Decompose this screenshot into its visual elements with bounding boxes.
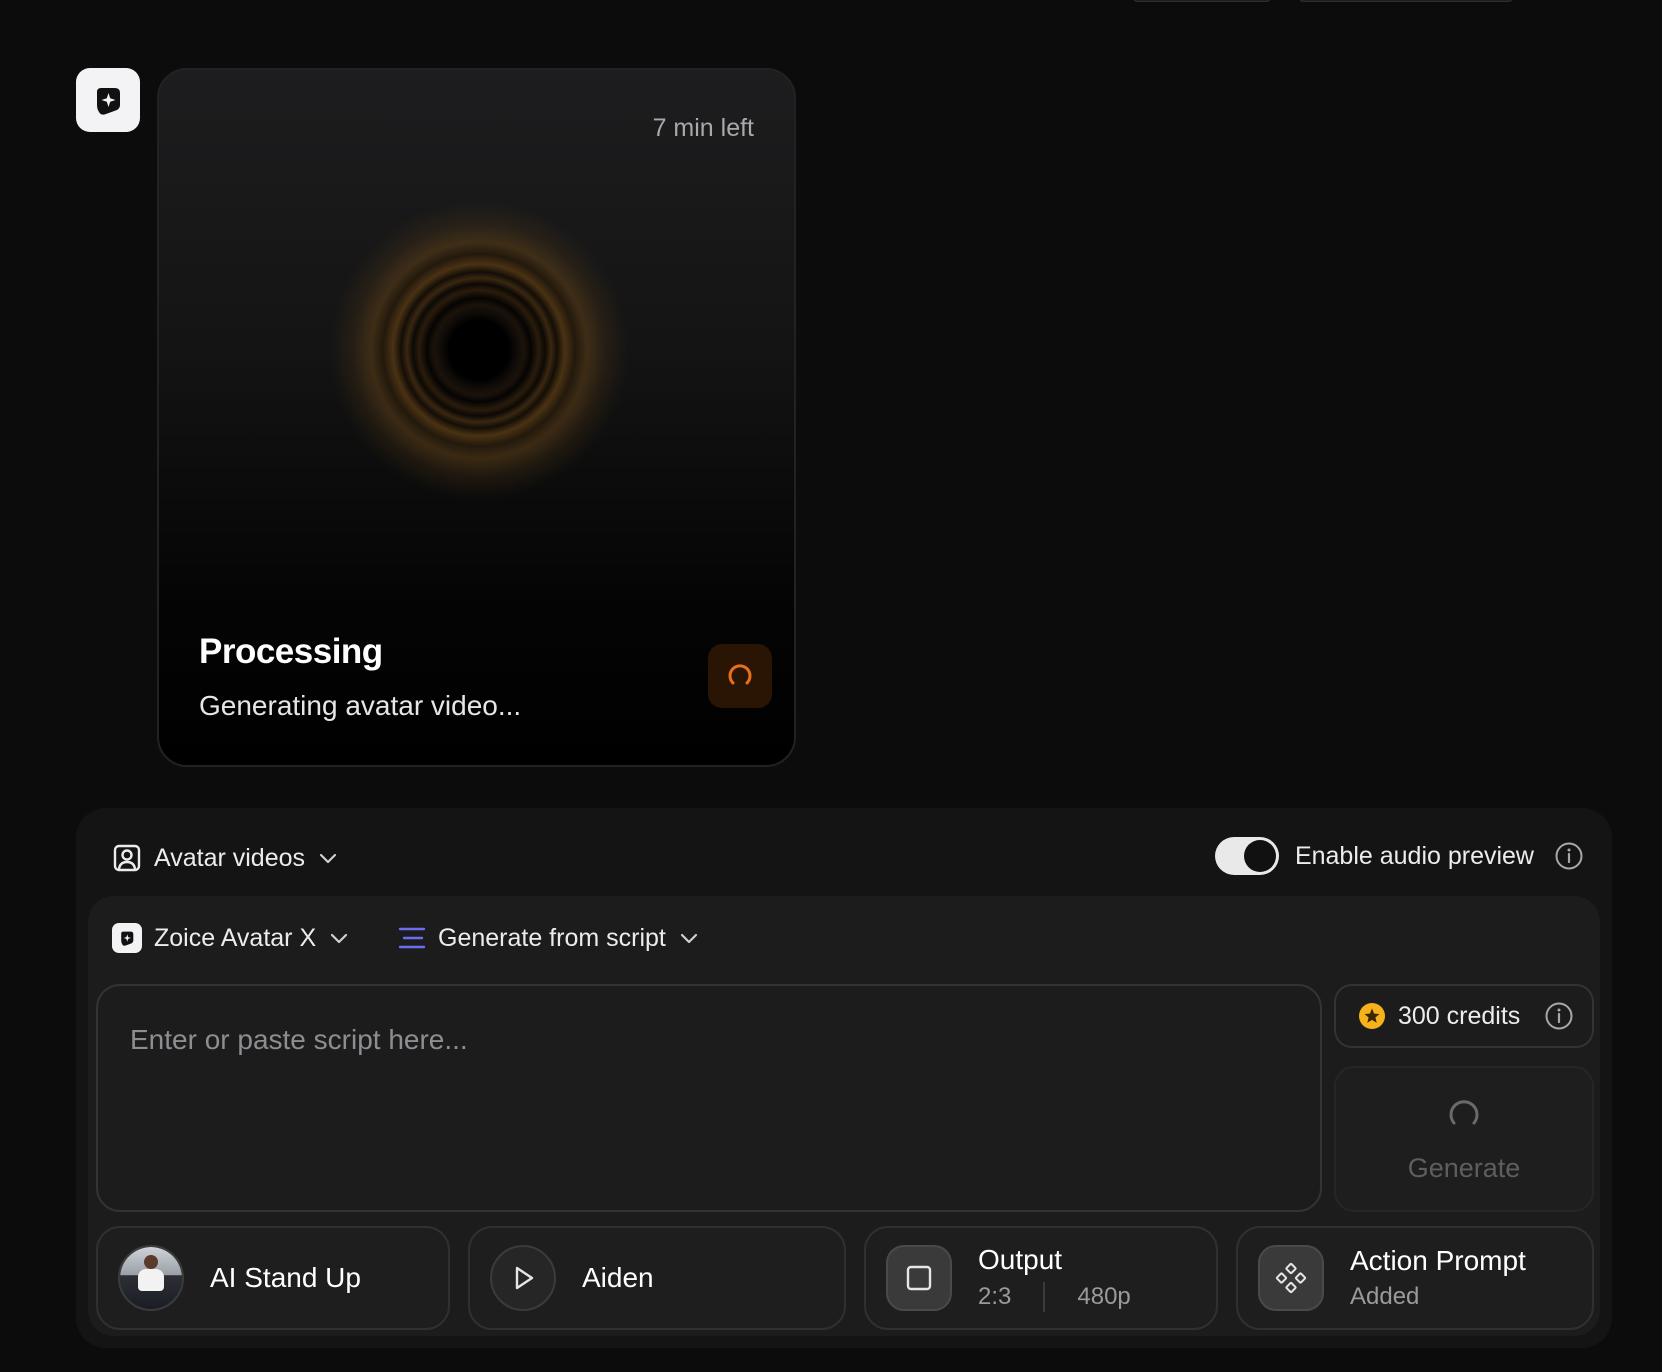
voice-play-button[interactable]: [490, 1245, 556, 1311]
info-icon[interactable]: [1544, 1001, 1574, 1031]
processing-spinner: [708, 644, 772, 708]
generation-mode-label: Generate from script: [438, 923, 666, 952]
toggle-knob: [1243, 840, 1276, 872]
voice-label: Aiden: [582, 1262, 654, 1293]
spinner-icon: [728, 664, 752, 685]
chevron-down-icon: [319, 853, 337, 864]
processing-subtitle: Generating avatar video...: [199, 690, 522, 721]
action-prompt-label: Action Prompt: [1350, 1245, 1526, 1276]
avatar-portrait-icon: [113, 844, 141, 872]
action-prompt-chip[interactable]: Action Prompt Added: [1236, 1226, 1594, 1330]
top-toolbar-button[interactable]: [1132, 0, 1272, 2]
action-icon-box: [1258, 1245, 1324, 1311]
style-thumbnail: [118, 1245, 184, 1311]
audio-preview-label: Enable audio preview: [1294, 841, 1534, 870]
play-icon: [515, 1266, 534, 1290]
chevron-down-icon: [331, 933, 348, 944]
action-pattern-icon: [1275, 1262, 1307, 1294]
audio-preview-row: Enable audio preview: [1214, 836, 1584, 876]
star-coin-icon: [1359, 1003, 1385, 1029]
output-ratio: 2:3: [978, 1283, 1012, 1310]
text-lines-icon: [398, 927, 426, 949]
model-label: Zoice Avatar X: [154, 923, 317, 952]
spinner-icon: [1449, 1099, 1479, 1124]
time-remaining: 7 min left: [652, 114, 754, 142]
model-logo-icon: [112, 923, 142, 953]
generate-label: Generate: [1407, 1152, 1521, 1183]
top-toolbar-button[interactable]: [1298, 0, 1514, 2]
style-chip[interactable]: AI Stand Up: [96, 1226, 450, 1330]
model-selector[interactable]: Zoice Avatar X: [112, 920, 350, 956]
output-icon-box: [886, 1245, 952, 1311]
generation-mode-selector[interactable]: Generate from script: [398, 920, 700, 956]
credits-label: 300 credits: [1398, 1001, 1521, 1030]
output-resolution: 480p: [1077, 1283, 1131, 1310]
composer-inner: Zoice Avatar X Generate from script 300 …: [88, 896, 1600, 1336]
script-input[interactable]: [96, 984, 1322, 1212]
output-chip[interactable]: Output 2:3 480p: [864, 1226, 1218, 1330]
voice-chip[interactable]: Aiden: [468, 1226, 846, 1330]
audio-preview-toggle[interactable]: [1214, 837, 1279, 875]
square-icon: [906, 1265, 932, 1291]
mode-label: Avatar videos: [154, 843, 306, 872]
action-prompt-status: Added: [1350, 1283, 1420, 1310]
app-logo: [76, 68, 140, 132]
processing-card: 7 min left Processing Generating avatar …: [157, 68, 796, 767]
info-icon[interactable]: [1554, 841, 1584, 871]
style-label: AI Stand Up: [210, 1262, 361, 1293]
processing-title: Processing: [199, 632, 383, 671]
composer-panel: Avatar videos Enable audio preview Zoice…: [76, 808, 1612, 1348]
generate-button[interactable]: Generate: [1334, 1066, 1594, 1212]
processing-visual: [329, 200, 629, 500]
output-label: Output: [978, 1244, 1063, 1275]
divider: [1043, 1282, 1046, 1312]
sparkle-logo-icon: [97, 88, 120, 115]
avatar-thumbnail: [120, 1247, 182, 1309]
mode-selector[interactable]: Avatar videos: [112, 838, 339, 878]
chevron-down-icon: [680, 933, 697, 944]
credits-badge: 300 credits: [1334, 984, 1594, 1048]
output-settings: 2:3 480p: [978, 1282, 1131, 1312]
